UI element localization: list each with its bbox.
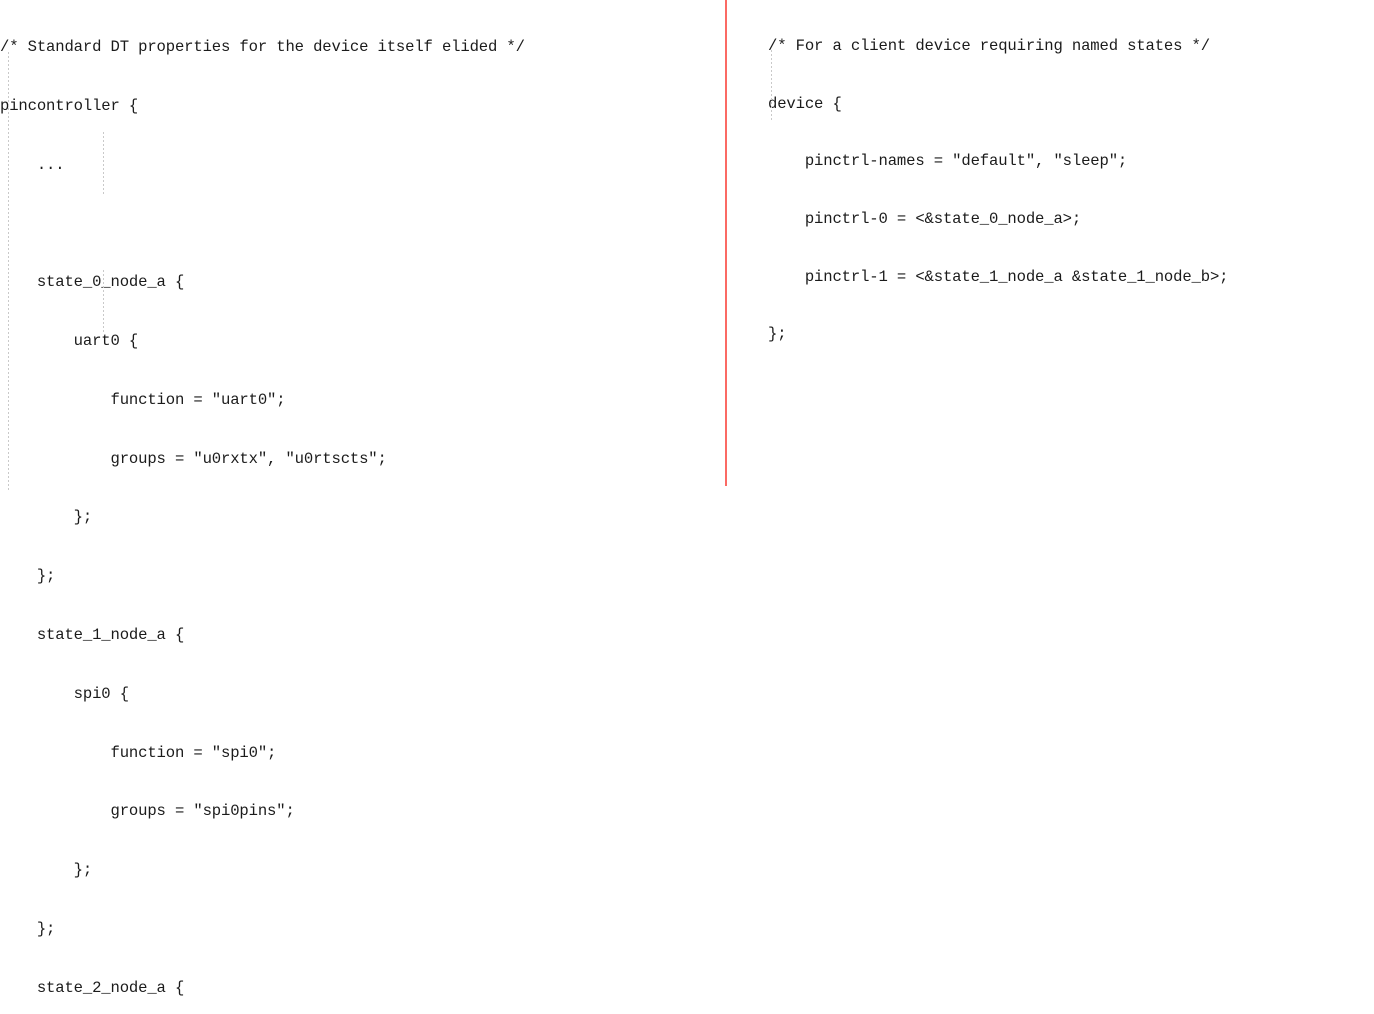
code-listing-figure: /* Standard DT properties for the device… <box>0 0 1374 997</box>
code-line: pinctrl-names = "default", "sleep"; <box>768 152 1128 171</box>
code-line: ... <box>0 155 65 174</box>
code-line: function = "uart0"; <box>0 390 286 409</box>
indent-guide <box>103 270 104 332</box>
right-code-panel: /* For a client device requiring named s… <box>768 0 1374 382</box>
code-line: }; <box>0 861 93 880</box>
code-line: state_1_node_a { <box>0 625 185 644</box>
indent-guide <box>771 50 772 122</box>
code-line: spi0 { <box>0 684 129 703</box>
code-line: groups = "u0rxtx", "u0rtscts"; <box>0 449 387 468</box>
code-line: state_2_node_a { <box>0 978 185 997</box>
code-line: /* For a client device requiring named s… <box>768 37 1210 55</box>
code-line: groups = "spi0pins"; <box>0 802 295 821</box>
code-line: pinctrl-1 = <&state_1_node_a &state_1_no… <box>768 267 1229 286</box>
code-line: }; <box>768 325 787 344</box>
code-line: }; <box>0 919 56 938</box>
code-line: pincontroller { <box>0 96 139 115</box>
code-line: function = "spi0"; <box>0 743 277 762</box>
code-line: pinctrl-0 = <&state_0_node_a>; <box>768 210 1082 229</box>
indent-guide <box>8 52 9 490</box>
code-line: }; <box>0 567 56 586</box>
left-code-panel: /* Standard DT properties for the device… <box>0 0 726 1014</box>
code-line: state_0_node_a { <box>0 273 185 292</box>
indent-guide <box>103 132 104 194</box>
code-line: /* Standard DT properties for the device… <box>0 38 525 56</box>
code-line: device { <box>768 94 842 113</box>
code-line: uart0 { <box>0 331 139 350</box>
code-line: }; <box>0 508 93 527</box>
panel-divider <box>725 0 727 486</box>
